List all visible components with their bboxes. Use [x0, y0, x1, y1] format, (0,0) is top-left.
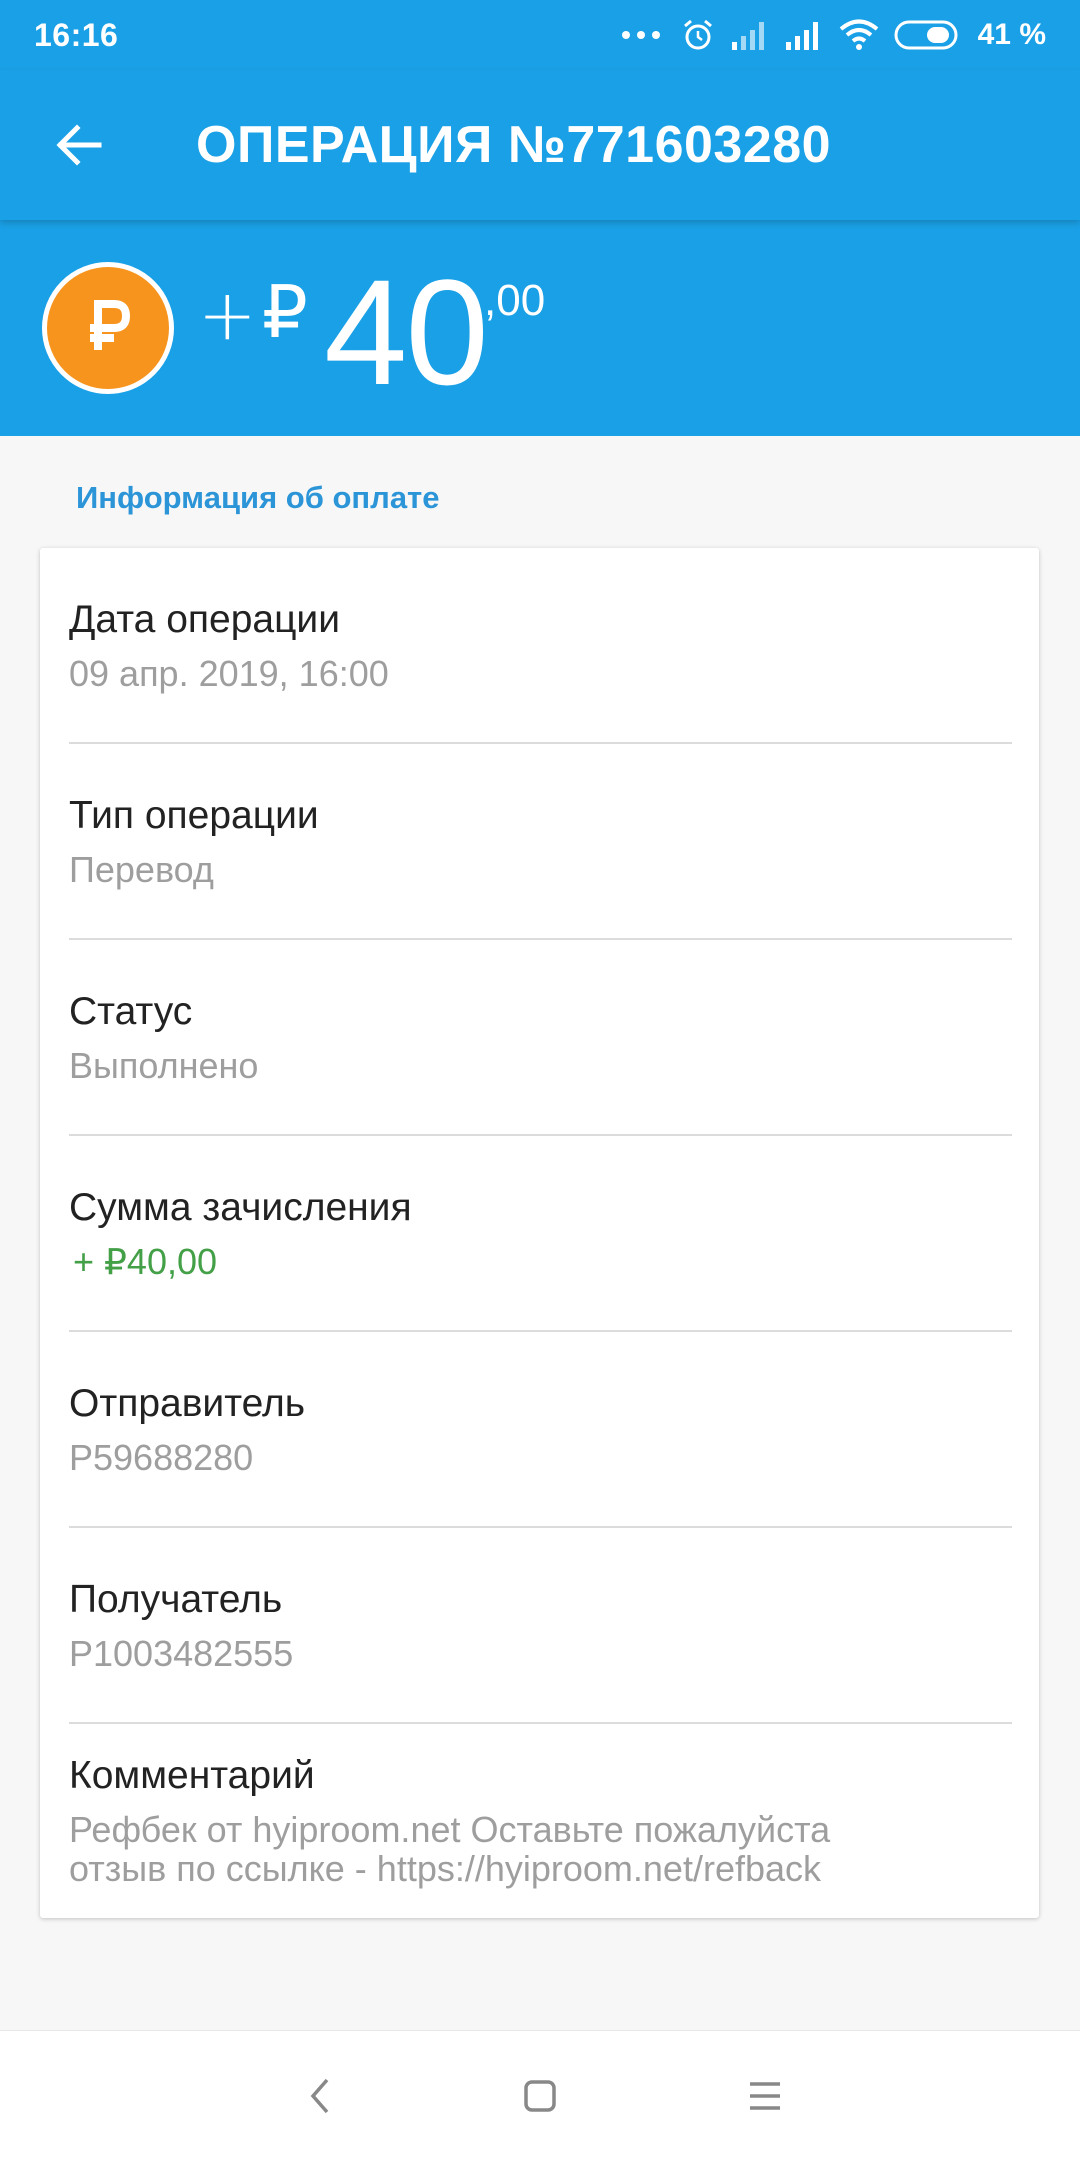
- detail-value: P1003482555: [69, 1633, 294, 1674]
- detail-value: Выполнено: [69, 1045, 259, 1086]
- detail-value: отзыв по ссылке - https://hyiproom.net/r…: [69, 1848, 822, 1889]
- signal-icon: [785, 22, 818, 50]
- menu-nav-icon: [750, 2082, 780, 2110]
- status-bar: 16:16 41 %: [0, 0, 1080, 70]
- status-icons: 41 %: [621, 17, 1046, 53]
- page-title: ОПЕРАЦИЯ №771603280: [196, 116, 832, 174]
- app-bar: ОПЕРАЦИЯ №771603280: [0, 70, 1080, 220]
- system-nav-bar: [0, 2030, 1080, 2160]
- signal-icon: [731, 22, 764, 50]
- wifi-icon: [839, 19, 878, 50]
- detail-label: Комментарий: [69, 1754, 315, 1797]
- detail-value: + ₽40,00: [73, 1241, 218, 1282]
- detail-label: Статус: [69, 990, 193, 1033]
- battery-icon: [894, 20, 958, 50]
- amount-currency: ₽: [262, 270, 308, 354]
- section-title: Информация об оплате: [76, 480, 440, 515]
- detail-label: Тип операции: [69, 794, 319, 837]
- divider: [69, 1330, 1012, 1332]
- divider: [69, 742, 1012, 744]
- detail-value: Перевод: [69, 849, 214, 890]
- amount-header: + ₽ 40 ,00: [0, 220, 1080, 436]
- amount-integer: 40: [324, 248, 489, 416]
- back-nav-button[interactable]: [260, 2031, 380, 2160]
- amount-sign: +: [198, 274, 257, 356]
- divider: [69, 1526, 1012, 1528]
- alarm-icon: [683, 19, 712, 50]
- amount-fraction: ,00: [484, 276, 546, 325]
- detail-label: Отправитель: [69, 1382, 306, 1425]
- detail-label: Получатель: [69, 1578, 283, 1621]
- arrow-back-icon: [56, 124, 102, 166]
- detail-label: Дата операции: [69, 598, 340, 641]
- detail-value: Рефбек от hyiproom.net Оставьте пожалуйс…: [69, 1809, 831, 1850]
- home-nav-icon: [524, 2080, 556, 2112]
- more-dots-icon: [621, 31, 660, 39]
- ruble-coin-icon: [42, 262, 174, 394]
- back-nav-icon: [310, 2078, 329, 2114]
- divider: [69, 1134, 1012, 1136]
- detail-label: Сумма зачисления: [69, 1186, 412, 1229]
- status-time: 16:16: [34, 16, 119, 53]
- payment-info-card: Дата операции 09 апр. 2019, 16:00 Тип оп…: [40, 548, 1039, 1918]
- home-nav-button[interactable]: [480, 2031, 600, 2160]
- menu-nav-button[interactable]: [705, 2031, 825, 2160]
- detail-value: 09 апр. 2019, 16:00: [69, 653, 389, 694]
- back-button[interactable]: [30, 97, 126, 193]
- battery-percent: 41 %: [977, 18, 1046, 51]
- divider: [69, 1722, 1012, 1724]
- detail-value: P59688280: [69, 1437, 254, 1478]
- divider: [69, 938, 1012, 940]
